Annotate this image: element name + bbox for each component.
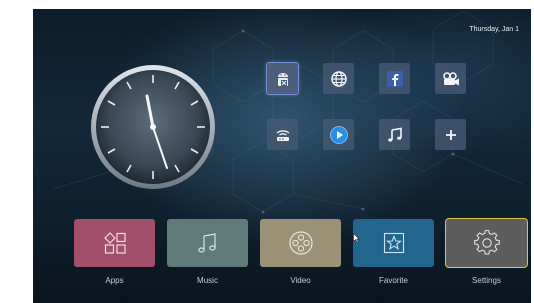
dock-label-settings: Settings — [472, 276, 501, 285]
shortcut-wifi[interactable] — [267, 119, 298, 150]
dock-label-apps: Apps — [105, 276, 124, 285]
wifi-router-icon — [276, 129, 289, 141]
shortcut-music[interactable] — [379, 119, 410, 150]
dock-apps-button[interactable] — [74, 219, 155, 267]
dock-settings-button[interactable] — [445, 218, 528, 268]
music-note-icon — [387, 127, 402, 142]
gear-icon — [473, 230, 500, 255]
globe-icon — [330, 70, 347, 87]
play-circle-icon — [329, 125, 348, 144]
date-label: Thursday, Jan 1 — [469, 26, 519, 33]
shortcut-browser[interactable] — [323, 63, 354, 94]
dock-video-button[interactable] — [260, 219, 341, 267]
dock-music-button[interactable] — [167, 219, 248, 267]
dock-label-music: Music — [197, 276, 218, 285]
movie-camera-icon — [442, 71, 459, 85]
dock-favorite-button[interactable] — [353, 219, 434, 267]
facebook-icon — [386, 70, 403, 87]
plus-icon — [445, 129, 456, 140]
star-icon — [383, 232, 404, 254]
mouse-cursor-icon — [353, 233, 360, 243]
analog-clock — [91, 65, 215, 189]
dock-label-video: Video — [290, 276, 311, 285]
tv-screen: Thursday, Jan 1 Apps Music Video Favorit… — [33, 9, 531, 303]
add-shortcut-button[interactable] — [435, 119, 466, 150]
android-apk-icon — [277, 72, 288, 86]
shortcut-facebook[interactable] — [379, 63, 410, 94]
shortcut-media-player[interactable] — [323, 119, 354, 150]
shortcut-video-camera[interactable] — [435, 63, 466, 94]
film-reel-icon — [288, 231, 313, 255]
shortcut-apk-installer[interactable] — [266, 62, 299, 95]
music-note-icon — [197, 233, 216, 253]
dock-label-favorite: Favorite — [379, 276, 408, 285]
apps-grid-icon — [103, 232, 126, 254]
